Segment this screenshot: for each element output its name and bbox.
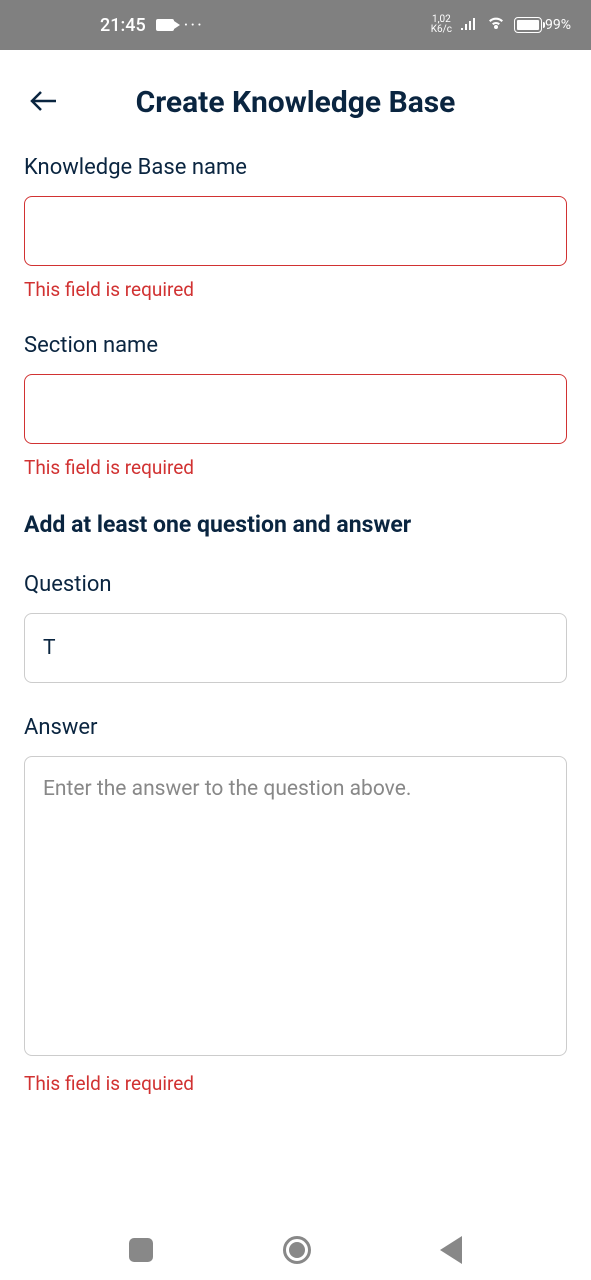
android-nav-bar <box>0 1220 591 1280</box>
answer-textarea[interactable] <box>24 756 567 1056</box>
kb-name-group: Knowledge Base name This field is requir… <box>24 155 567 301</box>
answer-error: This field is required <box>24 1072 567 1095</box>
battery-icon <box>514 17 542 33</box>
qa-subheading: Add at least one question and answer <box>24 511 567 538</box>
battery-percent: 99% <box>545 17 571 33</box>
kb-name-input[interactable] <box>24 196 567 266</box>
answer-group: Answer This field is required <box>24 715 567 1095</box>
kb-name-label: Knowledge Base name <box>24 155 567 180</box>
status-time: 21:45 <box>20 15 146 36</box>
section-name-label: Section name <box>24 333 567 358</box>
recent-apps-button[interactable] <box>129 1238 153 1262</box>
header: Create Knowledge Base <box>24 50 567 155</box>
question-group: Question <box>24 572 567 683</box>
more-dots-icon: ··· <box>184 15 204 36</box>
back-nav-button[interactable] <box>440 1236 462 1264</box>
kb-name-error: This field is required <box>24 278 567 301</box>
section-name-error: This field is required <box>24 456 567 479</box>
answer-label: Answer <box>24 715 567 740</box>
home-button[interactable] <box>283 1236 311 1264</box>
wifi-icon <box>486 15 506 35</box>
status-left: 21:45 ··· <box>20 15 204 36</box>
page-title: Create Knowledge Base <box>24 85 567 120</box>
battery-indicator: 99% <box>514 17 571 33</box>
section-name-group: Section name This field is required <box>24 333 567 479</box>
signal-icon <box>460 16 478 34</box>
question-input[interactable] <box>24 613 567 683</box>
back-button[interactable] <box>29 89 59 117</box>
network-speed: 1,02 K6/c <box>431 15 452 35</box>
question-label: Question <box>24 572 567 597</box>
section-name-input[interactable] <box>24 374 567 444</box>
main-content: Create Knowledge Base Knowledge Base nam… <box>0 50 591 1095</box>
video-icon <box>156 19 174 31</box>
status-right: 1,02 K6/c 99% <box>431 15 571 35</box>
status-bar: 21:45 ··· 1,02 K6/c 99% <box>0 0 591 50</box>
